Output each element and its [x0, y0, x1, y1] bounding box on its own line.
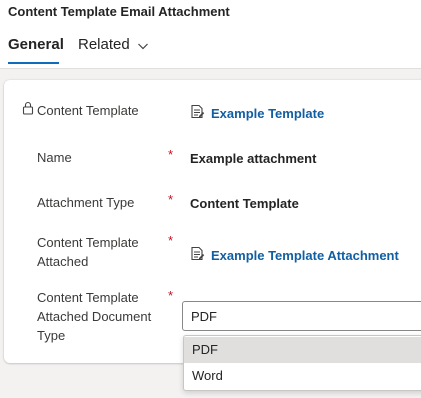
lookup-value: Example Template: [211, 105, 325, 121]
document-type-select[interactable]: PDF: [182, 301, 421, 331]
tab-general-label: General: [8, 36, 64, 53]
field-label-attachment-type: Attachment Type: [37, 195, 135, 210]
required-marker: *: [168, 288, 174, 303]
field-label-text: Content Template: [37, 103, 139, 118]
field-value-name[interactable]: Example attachment: [190, 151, 316, 166]
field-label-content-template: Content Template: [22, 101, 139, 120]
label-line: Type: [37, 328, 66, 343]
required-marker: *: [168, 233, 174, 248]
required-marker: *: [168, 147, 174, 162]
form-header: Content Template Email Attachment Genera…: [0, 0, 421, 68]
chevron-down-icon: [137, 39, 149, 51]
entity-title: Content Template Email Attachment: [8, 4, 230, 19]
label-line: Attached: [37, 254, 89, 269]
tab-related-label: Related: [78, 36, 130, 53]
lookup-link-content-template-attached[interactable]: Example Template Attachment: [190, 246, 399, 264]
required-marker: *: [168, 192, 174, 207]
lock-icon: [22, 101, 34, 120]
lookup-link-content-template[interactable]: Example Template: [190, 104, 324, 122]
record-icon: [190, 246, 205, 264]
field-value-attachment-type[interactable]: Content Template: [190, 196, 299, 211]
field-label-document-type: Content Template Attached Document Type: [37, 288, 151, 345]
tab-related[interactable]: Related: [78, 36, 149, 53]
header-divider: [0, 68, 421, 69]
label-line: Content Template: [37, 235, 139, 250]
dropdown-option-pdf[interactable]: PDF: [184, 337, 421, 363]
record-icon: [190, 104, 205, 122]
lookup-value: Example Template Attachment: [211, 247, 399, 263]
label-line: Content Template: [37, 290, 139, 305]
document-type-dropdown-list: PDF Word: [183, 335, 421, 391]
field-label-content-template-attached: Content Template Attached: [37, 233, 139, 271]
selected-tab-indicator: [8, 62, 59, 64]
label-line: Attached Document: [37, 309, 152, 324]
dropdown-option-word[interactable]: Word: [184, 363, 421, 389]
tab-general[interactable]: General: [8, 36, 64, 53]
field-label-name: Name: [37, 150, 72, 165]
